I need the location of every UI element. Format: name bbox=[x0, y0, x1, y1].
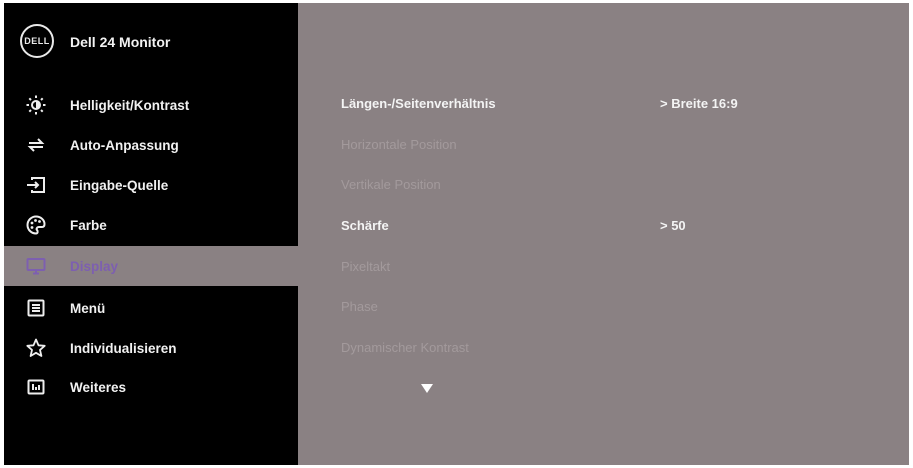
dell-logo: DELL bbox=[20, 24, 54, 58]
option-aspect-ratio-value: > Breite 16:9 bbox=[660, 96, 738, 111]
sidebar-item-label: Farbe bbox=[70, 217, 107, 233]
monitor-title: Dell 24 Monitor bbox=[70, 34, 171, 50]
sidebar-item-label: Weiteres bbox=[70, 379, 127, 395]
sidebar-item-label: Helligkeit/Kontrast bbox=[70, 97, 190, 113]
osd-header: DELL Dell 24 Monitor bbox=[4, 3, 298, 81]
option-sharpness-value: > 50 bbox=[660, 218, 686, 233]
sidebar-item-brightness-contrast[interactable]: Helligkeit/Kontrast bbox=[4, 85, 298, 125]
option-phase: Phase bbox=[341, 299, 378, 314]
sidebar-item-input-source[interactable]: Eingabe-Quelle bbox=[4, 165, 298, 205]
sidebar-item-label: Individualisieren bbox=[70, 340, 177, 356]
sidebar-item-label: Eingabe-Quelle bbox=[70, 177, 169, 193]
menu-icon bbox=[26, 298, 46, 318]
option-dynamic-contrast: Dynamischer Kontrast bbox=[341, 340, 469, 355]
sidebar-item-color[interactable]: Farbe bbox=[4, 205, 298, 245]
option-pixel-clock: Pixeltakt bbox=[341, 259, 391, 274]
input-source-icon bbox=[26, 175, 46, 195]
sidebar-item-menu[interactable]: Menü bbox=[4, 288, 298, 328]
sidebar-item-label: Display bbox=[70, 258, 119, 274]
option-vertical-position: Vertikale Position bbox=[341, 177, 441, 192]
palette-icon bbox=[26, 215, 46, 235]
star-icon bbox=[26, 338, 46, 358]
options-panel: Längen-/Seitenverhältnis > Breite 16:9 H… bbox=[298, 3, 909, 465]
sidebar-item-label: Menü bbox=[70, 300, 106, 316]
sidebar-item-personalize[interactable]: Individualisieren bbox=[4, 328, 298, 368]
logo-text: DELL bbox=[24, 36, 50, 46]
others-icon bbox=[26, 377, 46, 397]
option-sharpness[interactable]: Schärfe bbox=[341, 218, 389, 238]
sidebar: DELL Dell 24 Monitor Helligkeit/Kontrast… bbox=[4, 3, 300, 465]
osd-window: DELL Dell 24 Monitor Helligkeit/Kontrast… bbox=[4, 3, 909, 465]
sun-icon bbox=[26, 95, 46, 115]
auto-adjust-icon bbox=[26, 135, 46, 155]
sidebar-item-display[interactable]: Display bbox=[4, 246, 300, 286]
option-aspect-ratio[interactable]: Längen-/Seitenverhältnis bbox=[341, 96, 496, 116]
sidebar-item-others[interactable]: Weiteres bbox=[4, 367, 298, 407]
option-horizontal-position: Horizontale Position bbox=[341, 137, 457, 152]
sidebar-item-label: Auto-Anpassung bbox=[70, 137, 179, 153]
display-icon bbox=[26, 256, 46, 276]
down-arrow-icon[interactable] bbox=[421, 384, 433, 393]
sidebar-item-auto-adjust[interactable]: Auto-Anpassung bbox=[4, 125, 298, 165]
